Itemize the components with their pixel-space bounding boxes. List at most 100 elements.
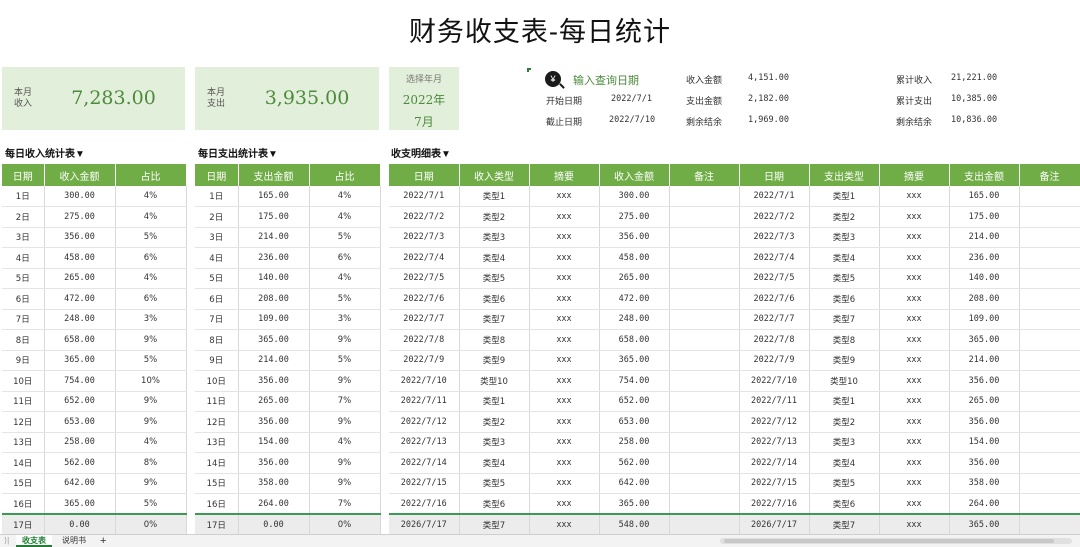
table-cell[interactable]: xxx [879, 391, 950, 412]
table-cell[interactable]: 类型2 [809, 411, 880, 433]
table-cell[interactable]: 类型8 [809, 329, 880, 351]
table-cell[interactable]: 208.00 [238, 288, 310, 310]
table-cell[interactable]: 365.00 [599, 350, 670, 371]
table-cell[interactable]: 类型5 [459, 473, 530, 494]
table-cell[interactable]: 类型10 [809, 370, 880, 392]
table-cell[interactable]: 8日 [195, 329, 239, 351]
table-cell[interactable]: 154.00 [238, 432, 310, 453]
table-cell[interactable]: xxx [529, 370, 600, 392]
table-cell[interactable]: 11日 [195, 391, 239, 412]
table-cell[interactable]: 2022/7/3 [389, 227, 460, 248]
table-cell[interactable] [1019, 370, 1080, 392]
table-cell[interactable]: 6日 [2, 288, 45, 310]
table-cell[interactable]: 642.00 [599, 473, 670, 494]
table-cell[interactable]: 300.00 [44, 186, 116, 207]
table-cell[interactable]: xxx [529, 432, 600, 453]
table-cell[interactable]: xxx [879, 186, 950, 207]
table-cell[interactable]: 类型4 [459, 452, 530, 474]
table-cell[interactable]: xxx [529, 186, 600, 207]
table-cell[interactable] [669, 432, 740, 453]
table-cell[interactable]: 类型3 [459, 227, 530, 248]
table-cell[interactable]: 658.00 [44, 329, 116, 351]
table-cell[interactable]: 548.00 [599, 513, 670, 535]
table-cell[interactable]: 653.00 [599, 411, 670, 433]
table-cell[interactable]: 3% [309, 309, 381, 330]
table-cell[interactable]: 265.00 [599, 268, 670, 289]
add-sheet-icon[interactable]: + [100, 535, 106, 547]
table-cell[interactable]: 214.00 [238, 350, 310, 371]
table-cell[interactable]: xxx [529, 452, 600, 474]
table-cell[interactable]: 3% [115, 309, 187, 330]
table-cell[interactable] [1019, 186, 1080, 207]
table-cell[interactable]: 2022/7/16 [389, 493, 460, 515]
table-cell[interactable]: 642.00 [44, 473, 116, 494]
table-cell[interactable]: xxx [879, 452, 950, 474]
table-cell[interactable] [669, 247, 740, 269]
table-cell[interactable]: 2022/7/14 [389, 452, 460, 474]
table-cell[interactable]: xxx [879, 206, 950, 228]
table-cell[interactable]: 5日 [2, 268, 45, 289]
table-cell[interactable] [669, 452, 740, 474]
column-header[interactable]: 收入金额 [599, 164, 670, 186]
detail-table-title[interactable]: 收支明细表▼ [391, 145, 451, 160]
table-cell[interactable]: 356.00 [238, 370, 310, 392]
column-header[interactable]: 收入金额 [44, 164, 116, 186]
table-cell[interactable]: 15日 [195, 473, 239, 494]
table-cell[interactable]: 2022/7/10 [739, 370, 810, 392]
table-cell[interactable]: 0% [309, 513, 381, 535]
table-cell[interactable]: 0% [115, 513, 187, 535]
table-cell[interactable]: xxx [879, 309, 950, 330]
table-cell[interactable]: 7% [309, 493, 381, 515]
column-header[interactable]: 支出类型 [809, 164, 880, 186]
table-cell[interactable]: 类型9 [809, 350, 880, 371]
table-cell[interactable]: 11日 [2, 391, 45, 412]
table-cell[interactable]: 类型3 [809, 227, 880, 248]
table-cell[interactable]: 300.00 [599, 186, 670, 207]
table-cell[interactable]: 2022/7/7 [389, 309, 460, 330]
table-cell[interactable]: 10% [115, 370, 187, 392]
table-cell[interactable] [1019, 268, 1080, 289]
table-cell[interactable]: 2022/7/12 [389, 411, 460, 433]
table-cell[interactable]: 2022/7/2 [389, 206, 460, 228]
table-cell[interactable]: 2022/7/8 [389, 329, 460, 351]
table-cell[interactable]: 10日 [195, 370, 239, 392]
table-cell[interactable] [669, 186, 740, 207]
table-cell[interactable]: 6% [115, 288, 187, 310]
table-cell[interactable]: 13日 [195, 432, 239, 453]
table-cell[interactable] [1019, 329, 1080, 351]
table-cell[interactable]: 2022/7/10 [389, 370, 460, 392]
table-cell[interactable]: xxx [529, 288, 600, 310]
sheet-nav-arrows-icon[interactable]: ⟩| [4, 536, 9, 545]
table-cell[interactable]: 9% [115, 391, 187, 412]
year-month-selector[interactable]: 选择年月 2022年 7月 [389, 67, 459, 130]
table-cell[interactable] [1019, 227, 1080, 248]
table-cell[interactable]: 4% [115, 206, 187, 228]
table-cell[interactable]: 208.00 [949, 288, 1020, 310]
table-cell[interactable]: 562.00 [44, 452, 116, 474]
table-cell[interactable]: 2022/7/11 [739, 391, 810, 412]
table-cell[interactable]: 458.00 [44, 247, 116, 269]
table-cell[interactable]: 类型7 [459, 309, 530, 330]
table-cell[interactable]: 9% [309, 370, 381, 392]
table-cell[interactable]: 3日 [195, 227, 239, 248]
table-cell[interactable]: 140.00 [238, 268, 310, 289]
table-cell[interactable]: 9% [115, 473, 187, 494]
table-cell[interactable]: 类型5 [809, 473, 880, 494]
table-cell[interactable]: 754.00 [599, 370, 670, 392]
table-cell[interactable]: 14日 [2, 452, 45, 474]
table-cell[interactable]: 9% [309, 329, 381, 351]
table-cell[interactable]: 类型6 [809, 493, 880, 515]
table-cell[interactable]: 2026/7/17 [389, 513, 460, 535]
table-cell[interactable]: xxx [879, 411, 950, 433]
table-cell[interactable]: xxx [529, 411, 600, 433]
table-cell[interactable]: 214.00 [949, 350, 1020, 371]
table-cell[interactable]: 5% [309, 288, 381, 310]
column-header[interactable]: 日期 [739, 164, 810, 186]
table-cell[interactable]: 2022/7/4 [739, 247, 810, 269]
table-cell[interactable]: xxx [529, 206, 600, 228]
table-cell[interactable]: 2022/7/9 [389, 350, 460, 371]
table-cell[interactable]: 2022/7/1 [739, 186, 810, 207]
table-cell[interactable]: 类型6 [459, 493, 530, 515]
sheet-tab-shuoming[interactable]: 说明书 [56, 535, 92, 547]
table-cell[interactable]: 类型3 [459, 432, 530, 453]
